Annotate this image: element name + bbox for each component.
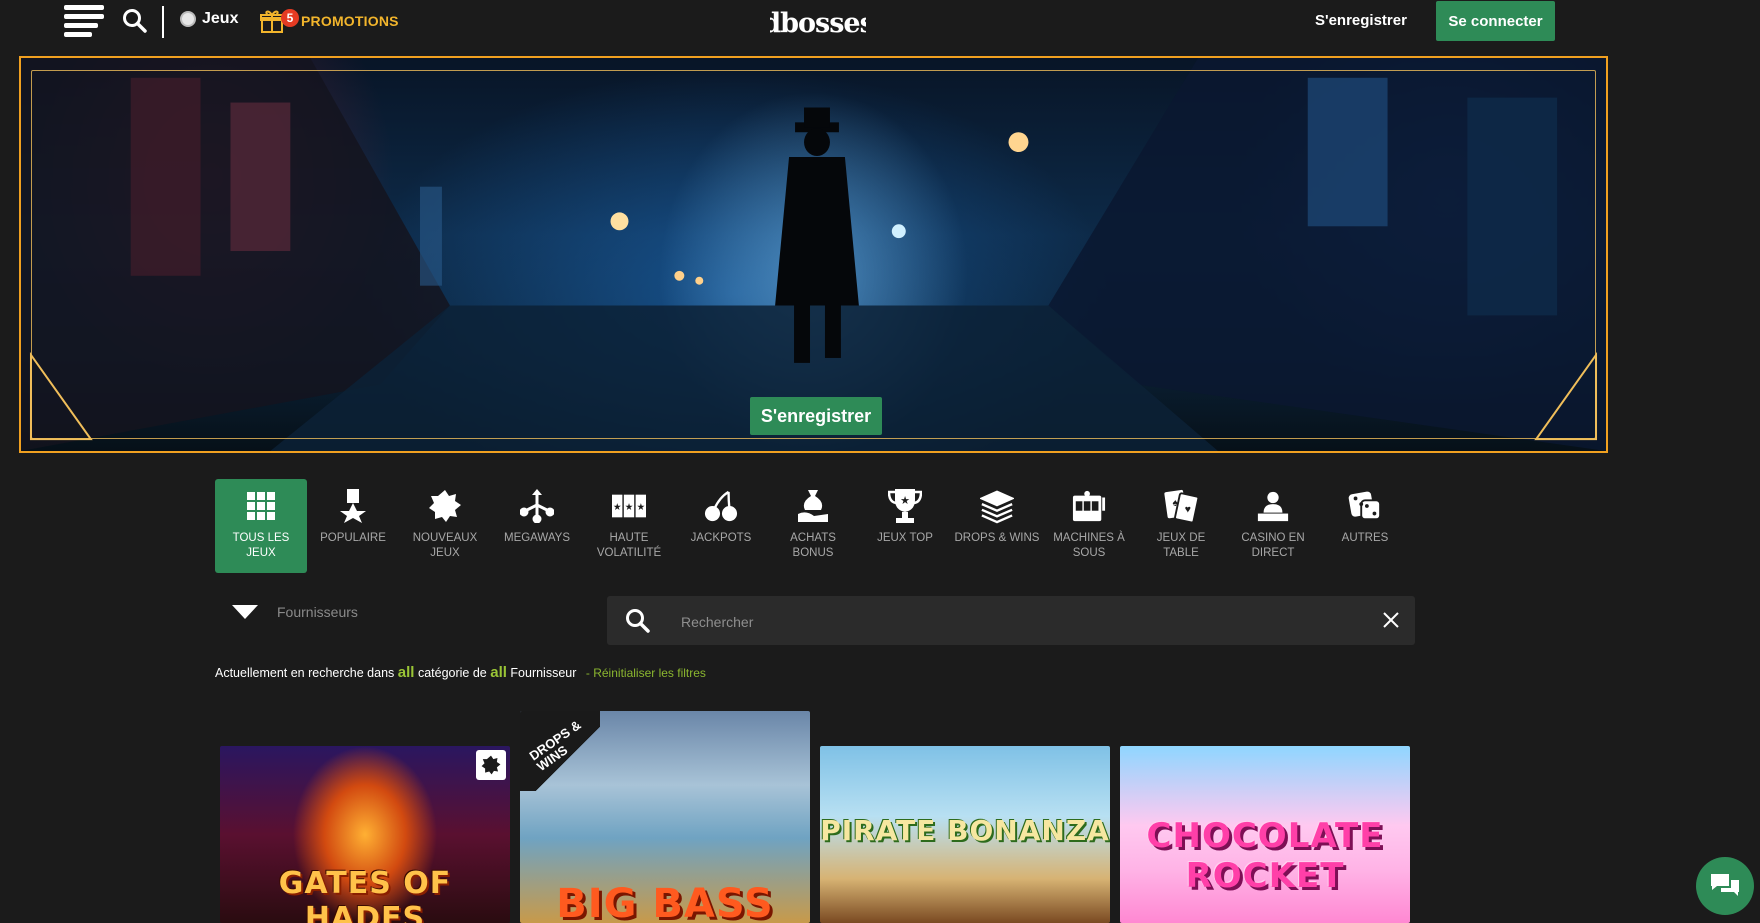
grid-icon	[244, 489, 278, 523]
login-button[interactable]: Se connecter	[1436, 1, 1555, 41]
games-link[interactable]: Jeux	[180, 10, 238, 28]
svg-text:★: ★	[613, 502, 621, 513]
gift-icon: 5	[260, 8, 299, 34]
svg-text:★: ★	[625, 502, 633, 513]
category-all-games[interactable]: TOUS LES JEUX	[215, 479, 307, 573]
hero-register-button[interactable]: S'enregistrer	[750, 397, 882, 435]
svg-text:♠: ♠	[1173, 498, 1179, 509]
svg-text:♥: ♥	[1185, 505, 1191, 516]
hero-banner: S'enregistrer	[19, 56, 1608, 453]
category-label: MACHINES À SOUS	[1053, 532, 1125, 559]
chat-icon	[1711, 874, 1739, 896]
category-label: MEGAWAYS	[503, 532, 571, 544]
live-chat-button[interactable]	[1696, 857, 1754, 915]
category-label: ACHATS BONUS	[790, 532, 836, 559]
cards-icon: ♠ ♥	[1164, 489, 1198, 524]
dealer-icon	[1256, 489, 1290, 523]
providers-label: Fournisseurs	[277, 604, 358, 620]
search-icon	[626, 609, 650, 633]
new-badge-icon	[428, 489, 462, 523]
trophy-icon: ★	[888, 489, 922, 523]
game-title: CHOCOLATE ROCKET	[1146, 816, 1384, 896]
category-label: JACKPOTS	[690, 532, 752, 544]
category-others[interactable]: AUTRES	[1319, 479, 1411, 573]
category-label: NOUVEAUX JEUX	[412, 532, 478, 559]
filter-provider-value: all	[490, 664, 507, 681]
filter-status-prefix: Actuellement en recherche dans	[215, 666, 395, 680]
close-icon[interactable]	[1381, 610, 1401, 630]
game-card[interactable]: CHOCOLATE ROCKET	[1120, 746, 1410, 923]
hero-noir-detective-image	[21, 58, 1606, 451]
category-table-games[interactable]: ♠ ♥ JEUX DE TABLE	[1135, 479, 1227, 573]
category-top-games[interactable]: ★ JEUX TOP	[859, 479, 951, 573]
category-bonus-buy[interactable]: ACHATS BONUS	[767, 479, 859, 573]
category-label: TOUS LES JEUX	[232, 532, 290, 559]
category-slot-machines[interactable]: MACHINES À SOUS	[1043, 479, 1135, 573]
providers-dropdown[interactable]: Fournisseurs	[232, 604, 358, 620]
category-label: JEUX TOP	[877, 532, 933, 544]
promotions-link[interactable]: 5 PROMOTIONS	[260, 8, 399, 34]
hamburger-menu-icon[interactable]	[64, 5, 104, 37]
games-link-label: Jeux	[202, 10, 239, 27]
svg-text:★: ★	[637, 502, 645, 513]
category-label: HAUTE VOLATILITÉ	[596, 532, 662, 559]
category-label: DROPS & WINS	[954, 532, 1040, 544]
bonus-buy-icon	[796, 489, 830, 523]
filter-status-mid: catégorie de	[417, 666, 487, 680]
promotions-label: PROMOTIONS	[301, 13, 399, 29]
category-popular[interactable]: POPULAIRE	[307, 479, 399, 573]
svg-text:★: ★	[900, 495, 910, 507]
dice-icon	[1348, 489, 1382, 523]
header-divider	[162, 6, 164, 38]
game-card[interactable]: GATES OF HADES	[220, 746, 510, 923]
filter-category-value: all	[397, 664, 415, 681]
volatility-icon: ★ ★ ★	[612, 489, 646, 523]
filter-status: Actuellement en recherche dans all catég…	[215, 664, 706, 681]
game-search-bar	[607, 596, 1415, 645]
game-search-input[interactable]	[679, 608, 1323, 636]
category-megaways[interactable]: MEGAWAYS	[491, 479, 583, 573]
search-icon[interactable]	[122, 8, 148, 34]
reset-filters-link[interactable]: - Réinitialiser les filtres	[586, 666, 706, 680]
medal-icon	[336, 489, 370, 523]
new-badge-icon	[476, 750, 506, 780]
category-label: AUTRES	[1341, 532, 1389, 544]
game-title: BIG BASS	[556, 881, 774, 923]
svg-text:dbosses: dbosses	[770, 8, 866, 39]
game-card[interactable]: PIRATE BONANZA	[820, 746, 1110, 923]
category-nav: TOUS LES JEUX POPULAIRE NOUVEAUX JEUX ME…	[215, 479, 1411, 573]
chevron-down-icon	[232, 605, 258, 619]
category-new-games[interactable]: NOUVEAUX JEUX	[399, 479, 491, 573]
slot-machine-icon	[1072, 489, 1106, 523]
game-title: PIRATE BONANZA	[820, 814, 1110, 847]
top-header: Jeux 5 PROMOTIONS dbosses S'enregistrer …	[0, 0, 1760, 45]
category-high-volatility[interactable]: ★ ★ ★ HAUTE VOLATILITÉ	[583, 479, 675, 573]
cash-stack-icon	[980, 489, 1014, 524]
filter-status-suffix: Fournisseur	[510, 666, 577, 680]
category-label: CASINO EN DIRECT	[1241, 532, 1305, 559]
megaways-icon	[520, 489, 554, 523]
cherries-icon	[704, 489, 738, 523]
category-drops-wins[interactable]: DROPS & WINS	[951, 479, 1043, 573]
register-link[interactable]: S'enregistrer	[1315, 12, 1407, 29]
roulette-icon	[180, 11, 196, 27]
drops-wins-ribbon: DROPS & WINS	[520, 711, 600, 791]
category-label: JEUX DE TABLE	[1156, 532, 1206, 559]
game-card[interactable]: DROPS & WINS BIG BASS	[520, 711, 810, 923]
category-label: POPULAIRE	[320, 532, 386, 544]
site-logo[interactable]: dbosses	[770, 2, 866, 42]
game-title: GATES OF HADES	[278, 866, 452, 923]
category-jackpots[interactable]: JACKPOTS	[675, 479, 767, 573]
promotions-count-badge: 5	[281, 9, 299, 27]
category-live-casino[interactable]: CASINO EN DIRECT	[1227, 479, 1319, 573]
drops-wins-tag: DROPS & WINS	[526, 717, 584, 775]
